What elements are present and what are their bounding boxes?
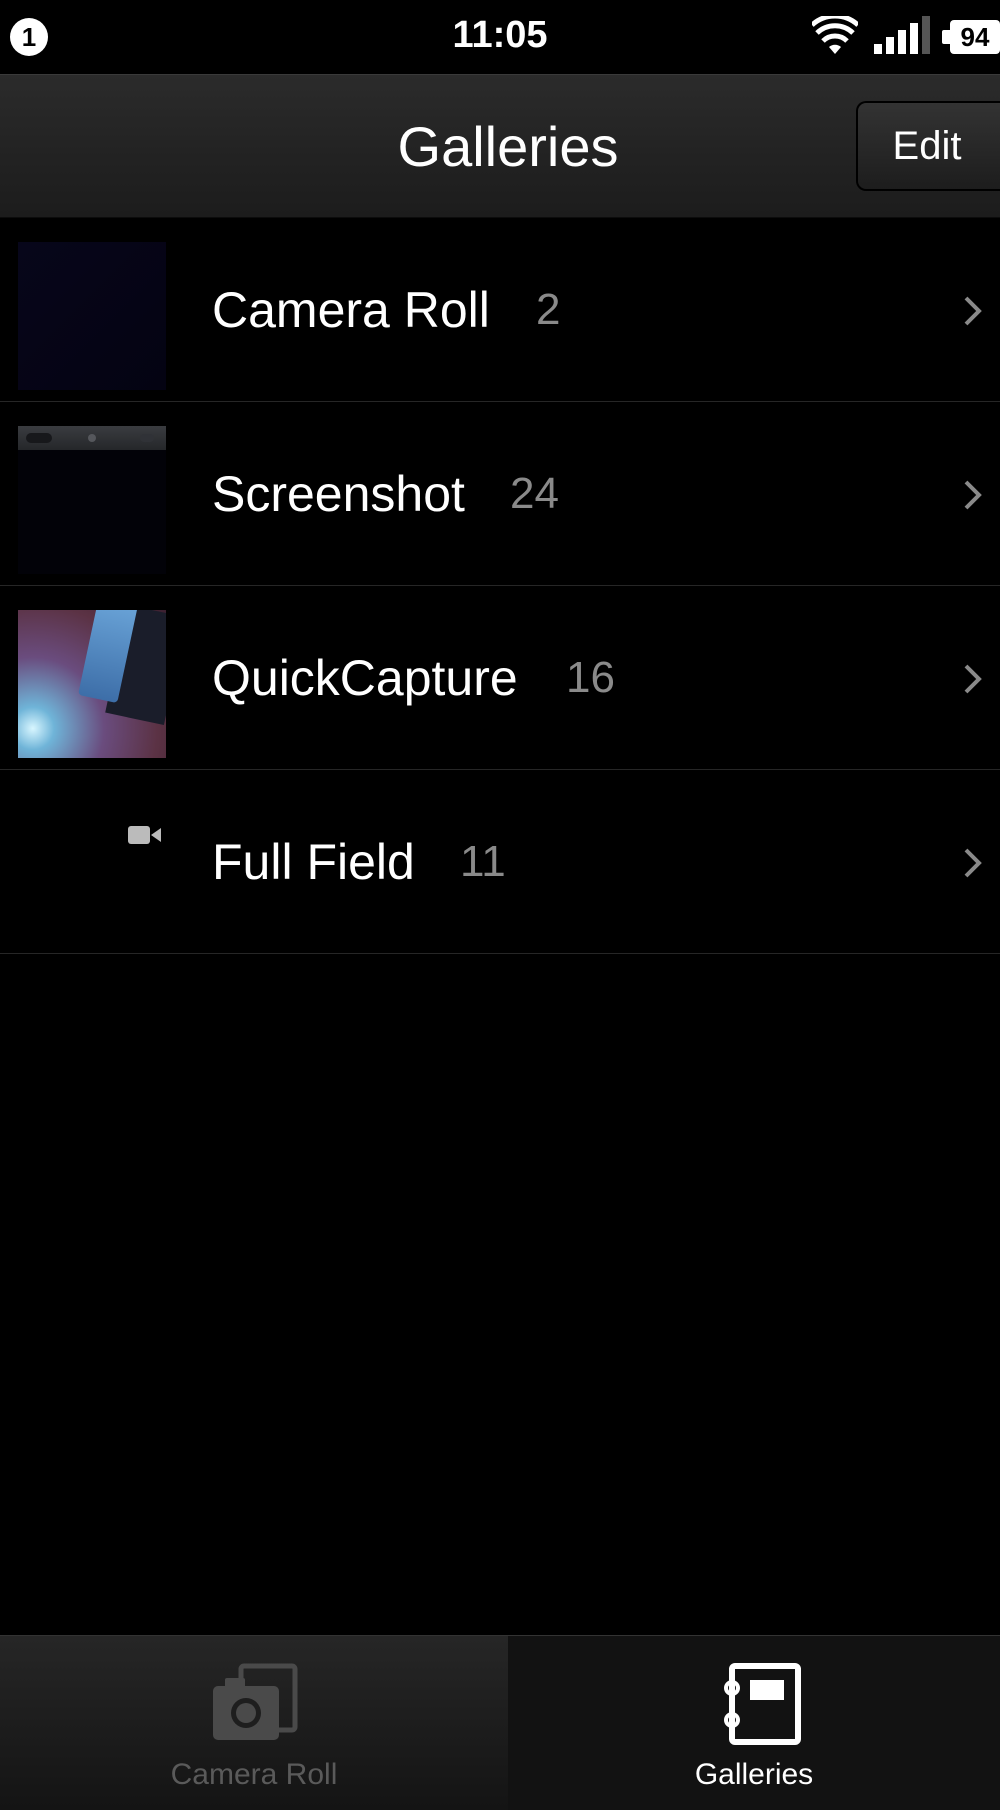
gallery-count: 16 bbox=[566, 653, 615, 702]
chevron-right-icon bbox=[964, 480, 982, 510]
chevron-right-icon bbox=[964, 296, 982, 326]
gallery-item-full-field[interactable]: Full Field 11 bbox=[0, 770, 1000, 954]
signal-icon bbox=[874, 16, 930, 54]
tab-bar: Camera Roll Galleries bbox=[0, 1635, 1000, 1810]
gallery-thumbnail bbox=[18, 242, 166, 390]
album-icon bbox=[724, 1663, 801, 1745]
tab-camera-roll[interactable]: Camera Roll bbox=[0, 1636, 508, 1810]
gallery-count: 11 bbox=[460, 837, 506, 886]
gallery-list: Camera Roll 2 Screenshot 24 QuickCapture… bbox=[0, 218, 1000, 954]
navigation-bar: Galleries Edit bbox=[0, 74, 1000, 218]
tab-galleries[interactable]: Galleries bbox=[508, 1636, 1000, 1810]
gallery-thumbnail bbox=[18, 794, 166, 942]
gallery-name: QuickCapture bbox=[212, 650, 518, 706]
gallery-name: Full Field bbox=[212, 834, 415, 890]
gallery-name: Camera Roll bbox=[212, 282, 490, 338]
status-bar: 1 11:05 94 bbox=[0, 0, 1000, 74]
video-camera-icon bbox=[128, 826, 161, 844]
chevron-right-icon bbox=[964, 848, 982, 878]
page-title: Galleries bbox=[397, 115, 619, 178]
battery-icon: 94 bbox=[942, 20, 1000, 54]
tab-label: Camera Roll bbox=[170, 1758, 338, 1791]
tab-label: Galleries bbox=[694, 1758, 814, 1791]
gallery-item-quickcapture[interactable]: QuickCapture 16 bbox=[0, 586, 1000, 770]
gallery-item-screenshot[interactable]: Screenshot 24 bbox=[0, 402, 1000, 586]
wifi-icon bbox=[812, 16, 858, 54]
gallery-name: Screenshot bbox=[212, 466, 465, 522]
gallery-thumbnail bbox=[18, 610, 166, 758]
gallery-item-camera-roll[interactable]: Camera Roll 2 bbox=[0, 218, 1000, 402]
battery-level: 94 bbox=[950, 20, 1000, 54]
chevron-right-icon bbox=[964, 664, 982, 694]
edit-button[interactable]: Edit bbox=[856, 101, 1000, 191]
gallery-count: 2 bbox=[536, 285, 561, 334]
gallery-thumbnail bbox=[18, 426, 166, 574]
gallery-count: 24 bbox=[510, 469, 559, 518]
camera-icon bbox=[213, 1663, 298, 1740]
